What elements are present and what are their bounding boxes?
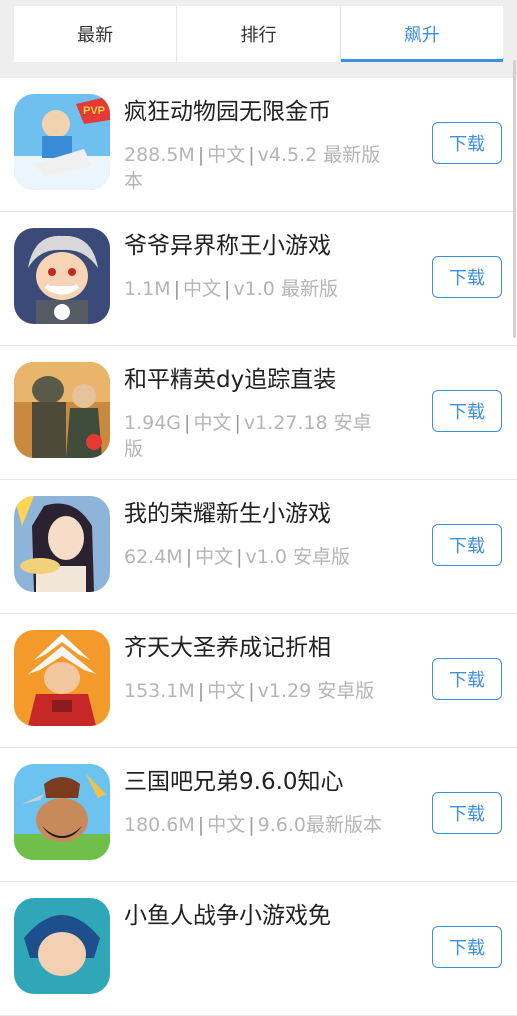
grandpa-game-icon[interactable] xyxy=(14,228,110,324)
app-size: 288.5M xyxy=(124,144,195,166)
app-language: 中文 xyxy=(207,814,246,836)
app-version: v1.29 安卓版 xyxy=(257,680,375,702)
app-meta: 1.94G | 中文 | v1.27.18 安卓版 xyxy=(124,412,372,460)
svg-text:PVP: PVP xyxy=(83,105,105,117)
scrollbar[interactable] xyxy=(513,60,516,338)
app-title: 和平精英dy追踪直装 xyxy=(124,367,337,393)
monkey-king-icon[interactable] xyxy=(14,630,110,726)
download-button[interactable]: 下载 xyxy=(432,122,502,164)
app-title: 齐天大圣养成记折相 xyxy=(124,635,331,661)
download-button[interactable]: 下载 xyxy=(432,792,502,834)
app-title: 小鱼人战争小游戏免 xyxy=(124,903,331,929)
app-language: 中文 xyxy=(193,412,232,434)
list-item[interactable]: PVP 疯狂动物园无限金币 288.5M | 中文 | v4.5.2 最新版本 下载 xyxy=(0,78,517,212)
peace-elite-icon[interactable] xyxy=(14,362,110,458)
app-language: 中文 xyxy=(207,144,246,166)
app-meta: 153.1M | 中文 | v1.29 安卓版 xyxy=(124,680,375,702)
tab-rising[interactable]: 飙升 xyxy=(339,6,504,62)
list-item[interactable]: 爷爷异界称王小游戏 1.1M | 中文 | v1.0 最新版 下载 xyxy=(0,212,517,346)
fishman-game-icon[interactable] xyxy=(14,898,110,994)
app-version: v1.0 最新版 xyxy=(233,278,338,300)
list-item[interactable]: 我的荣耀新生小游戏 62.4M | 中文 | v1.0 安卓版 下载 xyxy=(0,480,517,614)
list-item[interactable]: 和平精英dy追踪直装 1.94G | 中文 | v1.27.18 安卓版 下载 xyxy=(0,346,517,480)
app-size: 62.4M xyxy=(124,546,183,568)
list-item[interactable]: 小鱼人战争小游戏免 下载 xyxy=(0,882,517,1016)
glory-game-icon[interactable] xyxy=(14,496,110,592)
app-list: PVP 疯狂动物园无限金币 288.5M | 中文 | v4.5.2 最新版本 下载 爷… xyxy=(0,78,517,1016)
download-button[interactable]: 下载 xyxy=(432,926,502,968)
download-button[interactable]: 下载 xyxy=(432,256,502,298)
tab-bar: 最新 排行 飙升 xyxy=(0,0,517,78)
tab-ranking[interactable]: 排行 xyxy=(176,6,339,62)
app-language: 中文 xyxy=(183,278,222,300)
app-size: 180.6M xyxy=(124,814,195,836)
download-button[interactable]: 下载 xyxy=(432,524,502,566)
app-size: 153.1M xyxy=(124,680,195,702)
app-language: 中文 xyxy=(195,546,234,568)
list-item[interactable]: 齐天大圣养成记折相 153.1M | 中文 | v1.29 安卓版 下载 xyxy=(0,614,517,748)
download-button[interactable]: 下载 xyxy=(432,658,502,700)
app-meta: 1.1M | 中文 | v1.0 最新版 xyxy=(124,278,338,300)
app-size: 1.94G xyxy=(124,412,182,434)
three-kingdoms-icon[interactable] xyxy=(14,764,110,860)
app-meta: 180.6M | 中文 | 9.6.0最新版本 xyxy=(124,814,382,836)
app-size: 1.1M xyxy=(124,278,171,300)
app-meta: 62.4M | 中文 | v1.0 安卓版 xyxy=(124,546,351,568)
download-button[interactable]: 下载 xyxy=(432,390,502,432)
zoo-game-icon[interactable]: PVP xyxy=(14,94,110,190)
tab-latest[interactable]: 最新 xyxy=(14,6,176,62)
tab-group: 最新 排行 飙升 xyxy=(14,6,504,62)
app-meta: 288.5M | 中文 | v4.5.2 最新版本 xyxy=(124,144,381,192)
app-title: 三国吧兄弟9.6.0知心 xyxy=(124,769,344,795)
app-title: 我的荣耀新生小游戏 xyxy=(124,501,331,527)
app-title: 疯狂动物园无限金币 xyxy=(124,99,331,125)
list-item[interactable]: 三国吧兄弟9.6.0知心 180.6M | 中文 | 9.6.0最新版本 下载 xyxy=(0,748,517,882)
app-title: 爷爷异界称王小游戏 xyxy=(124,233,331,259)
app-language: 中文 xyxy=(207,680,246,702)
app-version: v1.0 安卓版 xyxy=(245,546,351,568)
app-version: 9.6.0最新版本 xyxy=(257,814,382,836)
